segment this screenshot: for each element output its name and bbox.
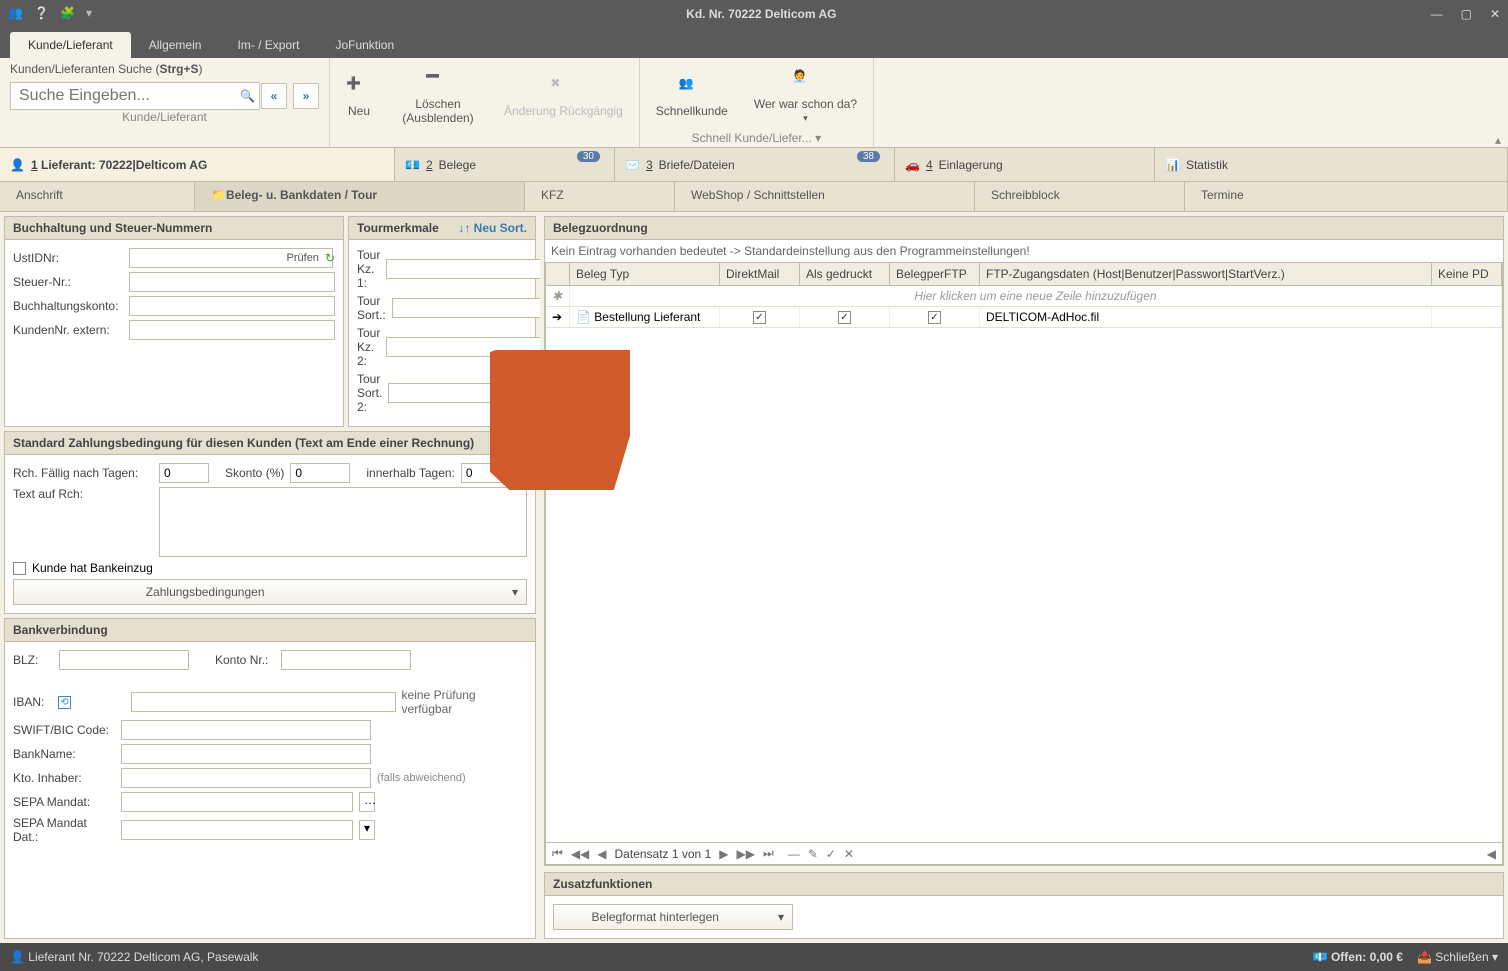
title-bar: 👥 ❔ 🧩 ▾ Kd. Nr. 70222 Delticom AG — ▢ ✕	[0, 0, 1508, 28]
ribbon: Kunden/Lieferanten Suche (Strg+S) 🔍 « » …	[0, 58, 1508, 148]
status-person-icon: 👤	[10, 950, 25, 964]
sepa-mandat-input[interactable]	[121, 792, 353, 812]
kundennr-extern-input[interactable]	[129, 320, 335, 340]
ftp-checkbox[interactable]: ✓	[928, 311, 941, 324]
car-icon: 🚗	[905, 158, 920, 172]
buchhaltung-input[interactable]	[129, 296, 335, 316]
chart-icon: 📊	[1165, 158, 1180, 172]
text-rch-input[interactable]	[159, 487, 527, 557]
grid-row[interactable]: ➔ 📄 Bestellung Lieferant ✓ ✓ ✓ DELTICOM-…	[546, 307, 1502, 328]
tab-briefe[interactable]: ✉️ 3 Briefe/Dateien 38	[615, 148, 895, 181]
grid-header: Beleg Typ DirektMail Als gedruckt Belegp…	[546, 263, 1502, 286]
window-title: Kd. Nr. 70222 Delticom AG	[92, 7, 1431, 21]
ribbon-collapse-icon[interactable]: ▴	[1488, 58, 1508, 147]
nav-prev-button[interactable]: «	[261, 83, 287, 109]
grid-new-row[interactable]: ✱ Hier klicken um eine neue Zeile hinzuz…	[546, 286, 1502, 307]
close-button[interactable]: ✕	[1490, 7, 1500, 21]
doc-icon: 📄	[576, 310, 591, 324]
subtab-beleg-bank[interactable]: 📁Beleg- u. Bankdaten / Tour	[195, 182, 525, 211]
ribbon-tab-jofunktion[interactable]: JoFunktion	[317, 32, 412, 58]
subtab-termine[interactable]: Termine	[1185, 182, 1508, 211]
undo-button: ✖Änderung Rückgängig	[498, 74, 629, 120]
steuer-input[interactable]	[129, 272, 335, 292]
panel-belegzuordnung: Belegzuordnung Kein Eintrag vorhanden be…	[544, 216, 1504, 866]
swift-input[interactable]	[121, 720, 371, 740]
pruefen-link[interactable]: Prüfen	[287, 252, 319, 264]
tab-einlagerung[interactable]: 🚗 4 Einlagerung	[895, 148, 1155, 181]
status-offen: 💶 Offen: 0,00 €	[1313, 950, 1403, 964]
ribbon-tab-kunde[interactable]: Kunde/Lieferant	[10, 32, 131, 58]
person-icon: 👤	[10, 158, 25, 172]
panel-bank: Bankverbindung BLZ: Konto Nr.: IBAN: ⟲ k…	[4, 618, 536, 939]
tool-icon[interactable]: 🧩	[60, 6, 76, 22]
panel-accounting: Buchhaltung und Steuer-Nummern UstIDNr: …	[4, 216, 344, 427]
panel-payment: Standard Zahlungsbedingung für diesen Ku…	[4, 431, 536, 614]
subtab-kfz[interactable]: KFZ	[525, 182, 675, 211]
skonto-input[interactable]	[290, 463, 350, 483]
ribbon-group-label-2: Schnell Kunde/Liefer... ▾	[650, 131, 863, 145]
search-input[interactable]	[10, 82, 260, 110]
zahlungsbedingungen-dropdown[interactable]: Zahlungsbedingungen▾	[13, 579, 527, 605]
app-icon: 👥	[8, 6, 24, 22]
grid-navigator[interactable]: ⏮◀◀◀ Datensatz 1 von 1 ▶▶▶⏭ —✎✓✕ ◀	[546, 842, 1502, 864]
tour-sort1-input[interactable]	[392, 298, 540, 318]
nav-next-button[interactable]: »	[293, 83, 319, 109]
money-icon: 💶	[405, 158, 420, 172]
badge: 30	[577, 151, 600, 162]
direktmail-checkbox[interactable]: ✓	[753, 311, 766, 324]
subtab-schreibblock[interactable]: Schreibblock	[975, 182, 1185, 211]
main-tabs: 👤 1 Lieferant: 70222|Delticom AG 💶 2 Bel…	[0, 148, 1508, 182]
search-label: Kunden/Lieferanten Suche (Strg+S)	[10, 62, 319, 76]
schnellkunde-button[interactable]: 👥Schnellkunde	[650, 74, 734, 120]
blz-input[interactable]	[59, 650, 189, 670]
badge: 38	[857, 151, 880, 162]
status-bar: 👤 Lieferant Nr. 70222 Delticom AG, Pasew…	[0, 943, 1508, 971]
bankname-input[interactable]	[121, 744, 371, 764]
subtab-anschrift[interactable]: Anschrift	[0, 182, 195, 211]
schliessen-button[interactable]: 📤 Schließen ▾	[1417, 950, 1498, 964]
maximize-button[interactable]: ▢	[1461, 7, 1472, 21]
ribbon-tab-import[interactable]: Im- / Export	[219, 32, 317, 58]
ribbon-tab-allgemein[interactable]: Allgemein	[131, 32, 220, 58]
faellig-input[interactable]	[159, 463, 209, 483]
tab-statistik[interactable]: 📊 Statistik	[1155, 148, 1508, 181]
tab-lieferant[interactable]: 👤 1 Lieferant: 70222|Delticom AG	[0, 148, 395, 181]
tour-kz2-input[interactable]	[386, 337, 540, 357]
ribbon-tabs: Kunde/Lieferant Allgemein Im- / Export J…	[0, 28, 1508, 58]
subtab-webshop[interactable]: WebShop / Schnittstellen	[675, 182, 975, 211]
ribbon-group-label-1: Kunde/Lieferant	[10, 110, 319, 124]
sepa-mandat-dat-input[interactable]	[121, 820, 353, 840]
minimize-button[interactable]: —	[1431, 7, 1443, 21]
bankeinzug-checkbox[interactable]	[13, 562, 26, 575]
delete-button[interactable]: ➖Löschen (Ausblenden)	[392, 67, 484, 127]
belegformat-button[interactable]: Belegformat hinterlegen▾	[553, 904, 793, 930]
content-area: Buchhaltung und Steuer-Nummern UstIDNr: …	[0, 212, 1508, 943]
tour-kz1-input[interactable]	[386, 259, 540, 279]
gedruckt-checkbox[interactable]: ✓	[838, 311, 851, 324]
new-button[interactable]: ➕Neu	[340, 74, 378, 120]
iban-link-icon[interactable]: ⟲	[58, 696, 71, 709]
iban-input[interactable]	[131, 692, 396, 712]
innerhalb-input[interactable]	[461, 463, 511, 483]
mandat-dat-dropdown[interactable]: ▾	[359, 820, 375, 840]
refresh-icon[interactable]: ↻	[325, 251, 335, 265]
inhaber-input[interactable]	[121, 768, 371, 788]
help-icon[interactable]: ❔	[34, 6, 50, 22]
panel-tour: Tourmerkmale↓↑ Neu Sort. Tour Kz. 1: Tou…	[348, 216, 536, 427]
tour-sort2-input[interactable]	[388, 383, 540, 403]
panel-zusatz: Zusatzfunktionen Belegformat hinterlegen…	[544, 872, 1504, 939]
sub-tabs: Anschrift 📁Beleg- u. Bankdaten / Tour KF…	[0, 182, 1508, 212]
werwar-button[interactable]: 🧑‍💼Wer war schon da?▾	[748, 67, 863, 126]
tab-belege[interactable]: 💶 2 Belege 30	[395, 148, 615, 181]
search-icon[interactable]: 🔍	[240, 89, 255, 103]
mail-icon: ✉️	[625, 158, 640, 172]
mandat-more-button[interactable]: …	[359, 792, 375, 812]
konto-input[interactable]	[281, 650, 411, 670]
panel-header: Buchhaltung und Steuer-Nummern	[5, 217, 343, 240]
row-indicator-icon: ➔	[546, 307, 570, 327]
neu-sort-link[interactable]: ↓↑ Neu Sort.	[458, 221, 527, 235]
